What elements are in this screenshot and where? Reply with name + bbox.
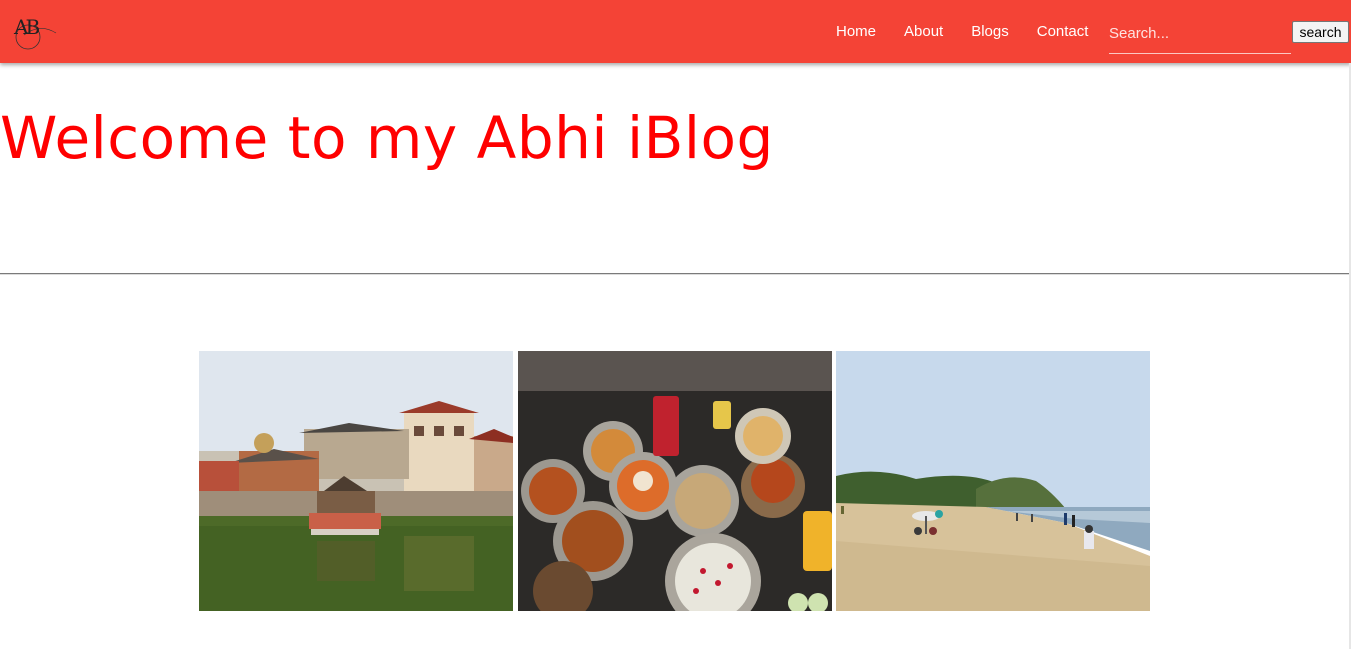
temple-photo xyxy=(199,351,513,611)
logo[interactable]: AB xyxy=(10,13,60,51)
search-button[interactable]: search xyxy=(1292,21,1349,43)
nav-link-blogs[interactable]: Blogs xyxy=(957,0,1023,63)
search-input[interactable] xyxy=(1109,14,1291,54)
nav-link-about[interactable]: About xyxy=(890,0,957,63)
nav-link-home[interactable]: Home xyxy=(822,0,890,63)
logo-text: AB xyxy=(14,15,40,39)
nav-links: Home About Blogs Contact xyxy=(822,0,1102,63)
nav-link-contact[interactable]: Contact xyxy=(1023,0,1103,63)
divider xyxy=(0,273,1349,275)
navbar: AB Home About Blogs Contact search xyxy=(0,0,1351,63)
page-title: Welcome to my Abhi iBlog xyxy=(0,104,774,172)
beach-photo xyxy=(836,351,1150,611)
food-photo xyxy=(518,351,832,611)
